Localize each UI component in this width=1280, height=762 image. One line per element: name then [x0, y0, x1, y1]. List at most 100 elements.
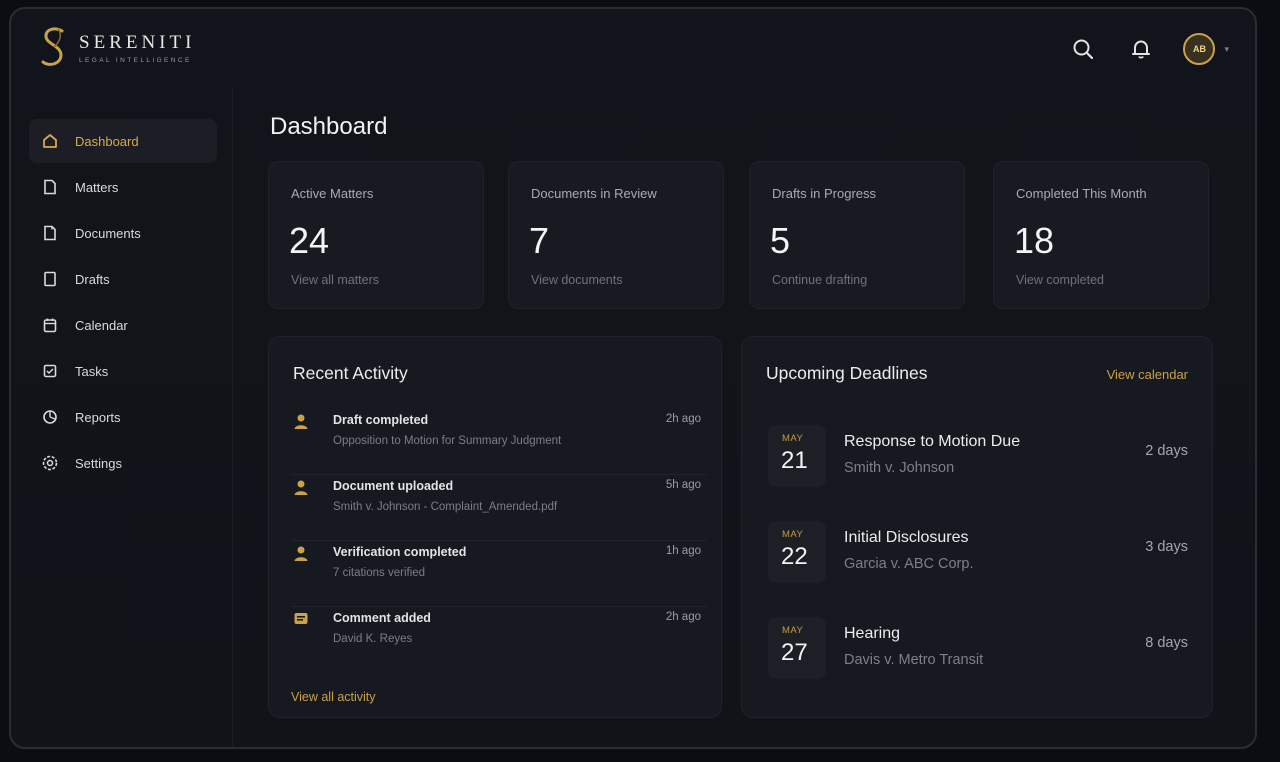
sidebar-item-label: Documents	[75, 225, 141, 241]
recent-activity-panel: Recent Activity Draft completed Oppositi…	[268, 336, 722, 718]
stat-value: 18	[1014, 220, 1055, 261]
sidebar-item-label: Drafts	[75, 271, 110, 287]
deadline-date-badge: MAY 21	[768, 425, 826, 487]
deadline-title: Hearing	[844, 625, 901, 642]
activity-title: Draft completed	[333, 413, 429, 427]
user-icon	[294, 546, 308, 561]
sidebar-item-label: Settings	[75, 455, 122, 471]
calendar-icon	[41, 316, 59, 334]
activity-item[interactable]: Draft completed Opposition to Motion for…	[291, 409, 707, 475]
app-logo[interactable]: SERENITI LEGAL INTELLIGENCE	[37, 25, 195, 71]
deadline-item[interactable]: MAY 27 Hearing Davis v. Metro Transit 8 …	[768, 617, 1188, 689]
stat-label: Completed This Month	[1016, 186, 1147, 201]
deadline-due: 8 days	[1145, 635, 1188, 651]
activity-time: 1h ago	[665, 545, 701, 557]
panel-title: Upcoming Deadlines	[766, 363, 928, 383]
activity-title: Comment added	[333, 611, 431, 625]
stat-link[interactable]: View completed	[1016, 273, 1104, 287]
deadline-date-badge: MAY 22	[768, 521, 826, 583]
sidebar-item-label: Matters	[75, 179, 119, 195]
view-all-activity-link[interactable]: View all activity	[291, 690, 376, 704]
search-icon	[1073, 39, 1094, 60]
user-icon	[294, 480, 308, 495]
deadline-item[interactable]: MAY 22 Initial Disclosures Garcia v. ABC…	[768, 521, 1188, 593]
activity-time: 2h ago	[665, 611, 701, 623]
deadline-day: 21	[781, 447, 808, 474]
stat-label: Drafts in Progress	[772, 186, 877, 201]
deadline-date-badge: MAY 27	[768, 617, 826, 679]
activity-item[interactable]: Document uploaded Smith v. Johnson - Com…	[291, 475, 707, 541]
deadline-title: Response to Motion Due	[844, 433, 1021, 450]
activity-time: 2h ago	[665, 413, 701, 425]
activity-subtitle: Opposition to Motion for Summary Judgmen…	[333, 435, 562, 447]
document-icon	[41, 224, 59, 242]
activity-item[interactable]: Comment added David K. Reyes 2h ago	[291, 607, 707, 673]
deadline-case: Davis v. Metro Transit	[844, 652, 984, 668]
stat-card-documents-in-review[interactable]: Documents in Review 7 View documents	[508, 161, 724, 309]
deadline-due: 3 days	[1145, 539, 1188, 555]
activity-subtitle: Smith v. Johnson - Complaint_Amended.pdf	[333, 501, 558, 513]
stat-link[interactable]: View documents	[531, 273, 623, 287]
sidebar: Dashboard Matters Documents Drafts Calen…	[11, 89, 233, 747]
sidebar-item-documents[interactable]: Documents	[29, 211, 217, 255]
app-name: SERENITI	[79, 32, 196, 53]
sidebar-item-reports[interactable]: Reports	[29, 395, 217, 439]
bell-icon	[1132, 40, 1151, 59]
sidebar-item-dashboard[interactable]: Dashboard	[29, 119, 217, 163]
sidebar-item-tasks[interactable]: Tasks	[29, 349, 217, 393]
sidebar-item-label: Calendar	[75, 317, 128, 333]
stat-card-completed-this-month[interactable]: Completed This Month 18 View completed	[993, 161, 1209, 309]
stat-value: 5	[770, 220, 791, 261]
sidebar-item-drafts[interactable]: Drafts	[29, 257, 217, 301]
activity-title: Document uploaded	[333, 479, 454, 493]
comment-icon	[294, 613, 308, 624]
stat-label: Documents in Review	[531, 186, 657, 201]
activity-title: Verification completed	[333, 545, 467, 559]
stat-value: 24	[289, 220, 330, 261]
deadline-item[interactable]: MAY 21 Response to Motion Due Smith v. J…	[768, 425, 1188, 497]
stat-link[interactable]: Continue drafting	[772, 273, 867, 287]
top-bar: SERENITI LEGAL INTELLIGENCE AB ▾	[11, 9, 1255, 89]
app-window: SERENITI LEGAL INTELLIGENCE AB ▾ Dashboa…	[9, 7, 1257, 749]
activity-item[interactable]: Verification completed 7 citations verif…	[291, 541, 707, 607]
deadline-case: Smith v. Johnson	[844, 460, 955, 476]
file-icon	[41, 178, 59, 196]
sidebar-item-settings[interactable]: Settings	[29, 441, 217, 485]
stat-card-drafts-in-progress[interactable]: Drafts in Progress 5 Continue drafting	[749, 161, 965, 309]
app-tagline: LEGAL INTELLIGENCE	[79, 57, 192, 64]
deadline-case: Garcia v. ABC Corp.	[844, 556, 974, 572]
activity-subtitle: 7 citations verified	[333, 567, 426, 579]
deadline-title: Initial Disclosures	[844, 529, 969, 546]
stat-label: Active Matters	[291, 186, 374, 201]
sidebar-item-label: Dashboard	[75, 133, 139, 149]
chevron-down-icon[interactable]: ▾	[1224, 44, 1229, 55]
tasks-icon	[41, 362, 59, 380]
stat-value: 7	[529, 220, 550, 261]
view-calendar-link[interactable]: View calendar	[1107, 367, 1188, 382]
upcoming-deadlines-panel: Upcoming Deadlines View calendar MAY 21 …	[741, 336, 1213, 718]
deadline-day: 27	[781, 639, 808, 666]
deadline-month: MAY	[782, 433, 804, 444]
user-icon	[294, 414, 308, 429]
home-icon	[41, 132, 59, 150]
activity-subtitle: David K. Reyes	[333, 633, 413, 645]
sidebar-item-calendar[interactable]: Calendar	[29, 303, 217, 347]
deadline-due: 2 days	[1145, 443, 1188, 459]
reports-icon	[41, 408, 59, 426]
gear-icon	[41, 454, 59, 472]
draft-icon	[41, 270, 59, 288]
notifications-button[interactable]	[1127, 35, 1155, 63]
deadline-month: MAY	[782, 529, 804, 540]
user-avatar[interactable]: AB	[1183, 33, 1216, 65]
logo-mark-icon	[41, 27, 64, 66]
sidebar-item-matters[interactable]: Matters	[29, 165, 217, 209]
activity-time: 5h ago	[665, 479, 701, 491]
panel-title: Recent Activity	[293, 363, 408, 383]
stat-card-active-matters[interactable]: Active Matters 24 View all matters	[268, 161, 484, 309]
deadline-day: 22	[781, 543, 808, 570]
deadline-month: MAY	[782, 625, 804, 636]
stat-link[interactable]: View all matters	[291, 273, 379, 287]
sidebar-item-label: Reports	[75, 409, 121, 425]
sidebar-item-label: Tasks	[75, 363, 109, 379]
search-button[interactable]	[1069, 35, 1097, 63]
